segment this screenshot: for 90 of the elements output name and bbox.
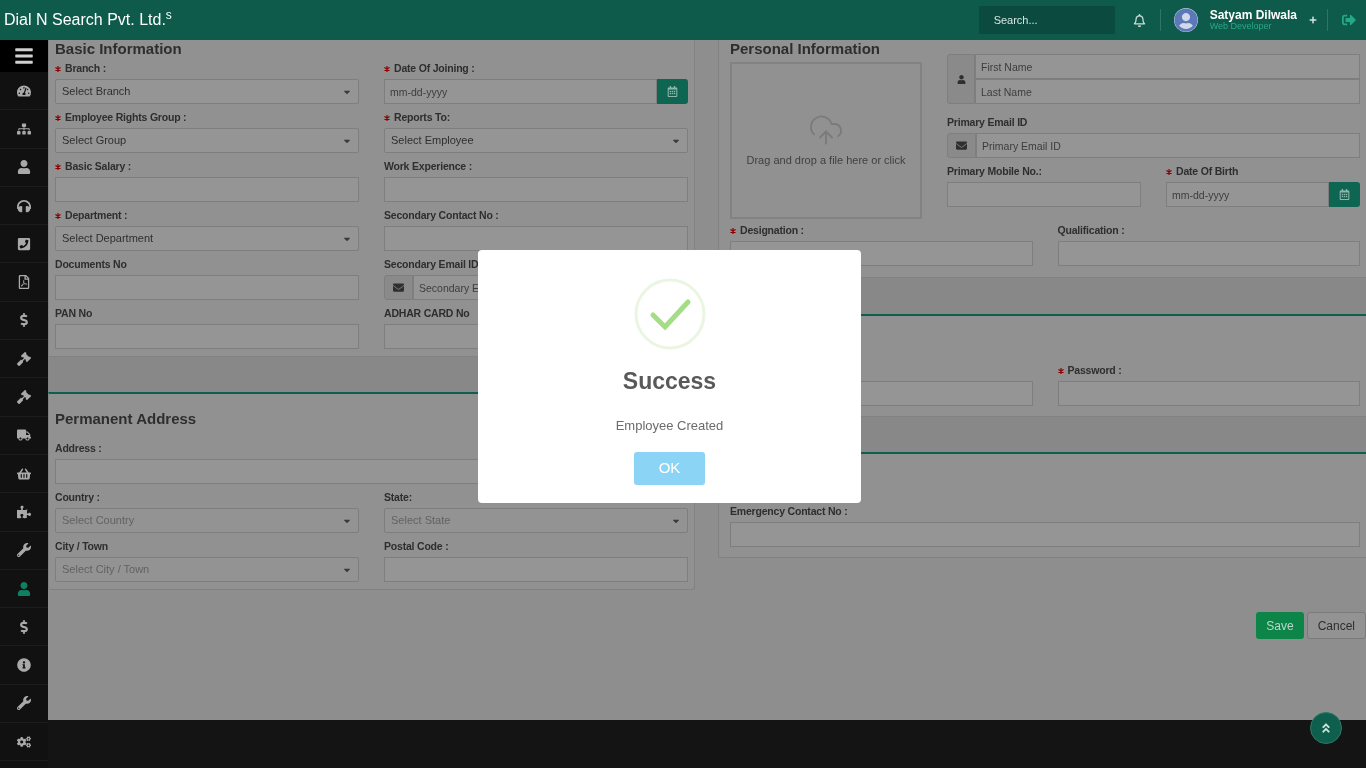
wrench-icon: [17, 543, 31, 558]
calendar-button[interactable]: [657, 79, 688, 104]
notification-bell-icon[interactable]: [1132, 13, 1146, 27]
field-label: Basic Salary :: [65, 159, 132, 175]
logout-icon[interactable]: [1342, 13, 1356, 27]
calendar-icon: [1339, 189, 1350, 200]
user-icon: [17, 160, 31, 175]
field-label: Branch :: [65, 61, 106, 77]
envelope-icon: [393, 282, 404, 293]
field-label: Password :: [1067, 363, 1122, 379]
required-icon: [55, 213, 61, 219]
field-label: Secondary Email ID: [384, 257, 479, 273]
required-icon: [55, 115, 61, 121]
gauge-icon: [17, 83, 31, 98]
wrench-icon: [17, 696, 31, 711]
first-name-field[interactable]: First Name: [975, 54, 1360, 79]
field-label: Reports To:: [394, 110, 450, 126]
gavel-icon: [17, 351, 31, 366]
dialog-title: Success: [622, 370, 717, 393]
sitemap-icon: [17, 121, 31, 136]
date-field[interactable]: mm-dd-yyyy: [1166, 182, 1329, 207]
field-label: Qualification :: [1057, 223, 1125, 239]
avatar-icon[interactable]: [1173, 8, 1198, 32]
field-label: Secondary Contact No :: [384, 208, 499, 224]
required-icon: [730, 228, 736, 234]
upload-dropzone[interactable]: Drag and drop a file here or click: [730, 62, 922, 219]
person-icon: [956, 74, 966, 84]
field-label: Department :: [65, 208, 128, 224]
scroll-top-button[interactable]: [1310, 712, 1342, 744]
pdf-file-icon: [17, 275, 31, 290]
field-label: Employee Rights Group :: [65, 110, 187, 126]
field-label: ADHAR CARD No: [384, 306, 470, 322]
field-label: Postal Code :: [384, 539, 449, 555]
brand-title: Dial N Search Pvt. Ltd.$^{s}$: [4, 8, 172, 30]
required-icon: [55, 66, 61, 72]
dollar-icon: [17, 619, 31, 634]
upload-hint: Drag and drop a file here or click: [746, 153, 906, 169]
section-title: Personal Information: [730, 40, 882, 59]
envelope-icon: [956, 140, 967, 151]
plus-icon[interactable]: [1309, 16, 1317, 24]
last-name-field[interactable]: Last Name: [975, 79, 1360, 104]
puzzle-icon: [17, 504, 31, 519]
required-icon: [384, 66, 390, 72]
calendar-button[interactable]: [1329, 182, 1360, 207]
text-field[interactable]: [384, 226, 688, 251]
select-field[interactable]: Select Department: [55, 226, 359, 251]
field-label: PAN No: [55, 306, 93, 322]
section-title: Basic Information: [55, 40, 183, 59]
save-button[interactable]: Save: [1256, 612, 1304, 639]
required-icon: [1057, 368, 1064, 374]
field-label: Work Experience :: [384, 159, 473, 175]
field-label: Country :: [55, 490, 100, 506]
cancel-button[interactable]: Cancel: [1306, 612, 1366, 639]
phone-icon: [17, 236, 31, 251]
user-name: Satyam Dilwala: [1209, 9, 1297, 21]
double-chevron-up-icon: [1320, 722, 1332, 734]
field-label: Designation :: [740, 223, 804, 239]
info-icon: [17, 658, 31, 673]
calendar-icon: [667, 86, 678, 97]
field-label: Date Of Birth: [1176, 164, 1239, 180]
field-label: Primary Email ID: [947, 115, 1028, 131]
menu-button[interactable]: [0, 40, 48, 72]
truck-icon: [17, 428, 31, 443]
field-label: Documents No: [55, 257, 127, 273]
basket-icon: [17, 466, 31, 481]
email-field[interactable]: Primary Email ID: [976, 133, 1360, 158]
field-label: Address :: [55, 441, 102, 457]
required-icon: [1166, 169, 1172, 175]
field-label: Date Of Joining :: [394, 61, 475, 77]
select-field[interactable]: Select Employee: [384, 128, 688, 153]
required-icon: [55, 164, 61, 170]
user-icon: [17, 581, 31, 596]
user-role: Web Developer: [1209, 22, 1273, 31]
required-icon: [384, 115, 390, 121]
field-label: City / Town: [55, 539, 109, 555]
select-field[interactable]: Select Branch: [55, 79, 359, 104]
dialog-message: Employee Created: [615, 419, 724, 432]
select-field[interactable]: Select Group: [55, 128, 359, 153]
field-label: Emergency Contact No :: [730, 504, 848, 520]
gears-icon: [17, 734, 31, 749]
menu-icon: [14, 46, 34, 66]
success-check-icon: [633, 278, 706, 350]
search-field[interactable]: Search...: [978, 6, 1115, 34]
field-label: Primary Mobile No.:: [947, 164, 1042, 180]
gavel-icon: [17, 390, 31, 404]
headphones-icon: [17, 198, 31, 213]
dollar-icon: [17, 313, 31, 328]
section-title: Permanent Address: [55, 410, 197, 428]
date-field[interactable]: mm-dd-yyyy: [384, 79, 657, 104]
field-label: State:: [384, 490, 412, 506]
